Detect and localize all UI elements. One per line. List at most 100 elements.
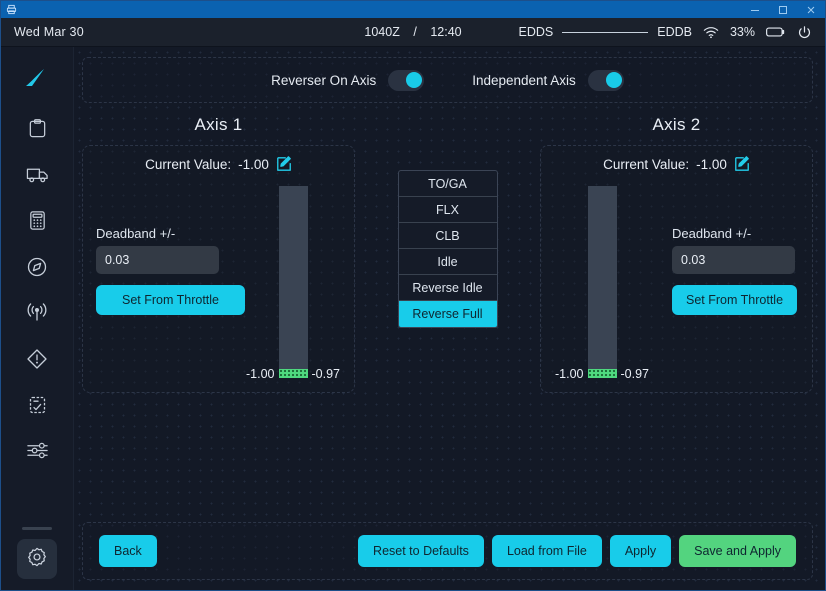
detent-column: TO/GA FLX CLB Idle Reverse Idle Reverse … (355, 107, 540, 522)
axis-2-slider[interactable]: -1.00 -0.97 (554, 180, 650, 378)
axis-1-deadband-input[interactable]: 0.03 (96, 246, 219, 274)
detent-clb[interactable]: CLB (399, 223, 497, 249)
axis-1-slider-bar[interactable]: -1.00 -0.97 (279, 186, 308, 378)
axis-1-range-low: -1.00 (246, 367, 275, 381)
sidebar-item-checklists[interactable] (15, 385, 59, 429)
detent-list: TO/GA FLX CLB Idle Reverse Idle Reverse … (398, 170, 498, 328)
detent-reverse-idle[interactable]: Reverse Idle (399, 275, 497, 301)
sliders-icon (26, 440, 49, 466)
toggle-knob (406, 72, 422, 88)
axis-1-current-value-row: Current Value: -1.00 (96, 156, 341, 172)
axis-1-deadband-label: Deadband +/- (96, 226, 245, 241)
route-line (562, 32, 648, 33)
axis-1-controls: Deadband +/- 0.03 Set From Throttle (96, 180, 245, 378)
axis-2-range-high: -0.97 (621, 367, 650, 381)
load-from-file-button[interactable]: Load from File (492, 535, 602, 567)
axis-2-deadband-input[interactable]: 0.03 (672, 246, 795, 274)
axis-2-range-low: -1.00 (555, 367, 584, 381)
option-independent-axis: Independent Axis (472, 70, 624, 91)
toggle-knob (606, 72, 622, 88)
axis-1-range-high: -0.97 (312, 367, 341, 381)
detent-idle[interactable]: Idle (399, 249, 497, 275)
sidebar-item-failures[interactable] (15, 339, 59, 383)
status-local-time: 12:40 (430, 25, 461, 39)
sidebar-item-controls[interactable] (15, 431, 59, 475)
sidebar-item-ground-services[interactable] (15, 155, 59, 199)
status-time-separator: / (413, 25, 416, 39)
sidebar (1, 47, 74, 590)
axis-2-current-value: -1.00 (696, 157, 727, 172)
sidebar-item-settings[interactable] (17, 539, 57, 579)
axis-1-current-value: -1.00 (238, 157, 269, 172)
sidebar-divider (22, 527, 52, 530)
axis-1-card: Current Value: -1.00 Deadba (82, 145, 355, 393)
independent-axis-label: Independent Axis (472, 73, 576, 88)
sidebar-item-atc[interactable] (15, 293, 59, 337)
app-window: Wed Mar 30 1040Z / 12:40 EDDS EDDB 33% (0, 0, 826, 591)
detent-flx[interactable]: FLX (399, 197, 497, 223)
axis-2-detent-marker (588, 369, 617, 378)
battery-icon (766, 26, 786, 38)
warning-diamond-icon (26, 348, 48, 375)
axis-1-slider[interactable]: -1.00 -0.97 (245, 180, 341, 378)
axis-1-edit-icon[interactable] (276, 156, 292, 172)
sidebar-item-performance[interactable] (15, 201, 59, 245)
save-and-apply-button[interactable]: Save and Apply (679, 535, 796, 567)
axis-2-current-value-label: Current Value: (603, 157, 689, 172)
axis-2-set-from-throttle-button[interactable]: Set From Throttle (672, 285, 797, 315)
options-bar: Reverser On Axis Independent Axis (82, 57, 813, 103)
route-destination: EDDB (657, 25, 692, 39)
detent-reverse-full[interactable]: Reverse Full (399, 301, 497, 327)
power-icon[interactable] (797, 25, 812, 40)
axes-area: Axis 1 Current Value: -1.00 (82, 103, 813, 522)
back-button[interactable]: Back (99, 535, 157, 567)
flight-route: EDDS EDDB (519, 25, 692, 39)
sidebar-item-navigation[interactable] (15, 247, 59, 291)
axis-2-column: Axis 2 Current Value: -1.00 (540, 107, 813, 522)
apply-button[interactable]: Apply (610, 535, 671, 567)
axis-1-inner: Deadband +/- 0.03 Set From Throttle -1.0… (96, 180, 341, 378)
checklist-icon (26, 394, 48, 421)
gear-icon (26, 546, 48, 573)
battery-percent: 33% (730, 25, 755, 39)
axis-2-inner: Deadband +/- 0.03 Set From Throttle -1.0… (554, 180, 799, 378)
axis-1-detent-marker (279, 369, 308, 378)
axis-1-title: Axis 1 (82, 115, 355, 135)
axis-2-deadband-label: Deadband +/- (672, 226, 751, 241)
reverser-on-axis-label: Reverser On Axis (271, 73, 376, 88)
axis-1-current-value-label: Current Value: (145, 157, 231, 172)
status-date: Wed Mar 30 (1, 25, 84, 39)
window-maximize-button[interactable] (769, 1, 797, 18)
footer-actions: Reset to Defaults Load from File Apply S… (358, 535, 796, 567)
window-close-button[interactable] (797, 1, 825, 18)
status-zulu-time: 1040Z (364, 25, 399, 39)
reset-to-defaults-button[interactable]: Reset to Defaults (358, 535, 484, 567)
clipboard-icon (27, 118, 48, 144)
sidebar-item-clipboard[interactable] (15, 109, 59, 153)
axis-1-column: Axis 1 Current Value: -1.00 (82, 107, 355, 522)
option-reverser-on-axis: Reverser On Axis (271, 70, 424, 91)
axis-2-current-value-row: Current Value: -1.00 (554, 156, 799, 172)
axis-2-controls: Deadband +/- 0.03 Set From Throttle (650, 180, 799, 378)
route-origin: EDDS (519, 25, 554, 39)
main-content: Reverser On Axis Independent Axis Axis 1… (74, 47, 825, 590)
axis-2-slider-bar[interactable]: -1.00 -0.97 (588, 186, 617, 378)
reverser-on-axis-toggle[interactable] (388, 70, 424, 91)
window-minimize-button[interactable] (741, 1, 769, 18)
app-body: Reverser On Axis Independent Axis Axis 1… (1, 47, 825, 590)
aircraft-tail-logo[interactable] (15, 57, 59, 101)
independent-axis-toggle[interactable] (588, 70, 624, 91)
axis-2-edit-icon[interactable] (734, 156, 750, 172)
truck-icon (26, 164, 49, 190)
calculator-icon (27, 210, 48, 236)
broadcast-icon (25, 302, 49, 329)
wifi-icon (703, 26, 719, 39)
app-icon (5, 3, 18, 16)
status-right-group: EDDS EDDB 33% (519, 25, 826, 40)
footer-bar: Back Reset to Defaults Load from File Ap… (82, 522, 813, 580)
axis-1-set-from-throttle-button[interactable]: Set From Throttle (96, 285, 245, 315)
axis-2-card: Current Value: -1.00 Deadba (540, 145, 813, 393)
status-bar: Wed Mar 30 1040Z / 12:40 EDDS EDDB 33% (1, 18, 825, 47)
detent-togas[interactable]: TO/GA (399, 171, 497, 197)
sidebar-bottom (1, 527, 73, 590)
